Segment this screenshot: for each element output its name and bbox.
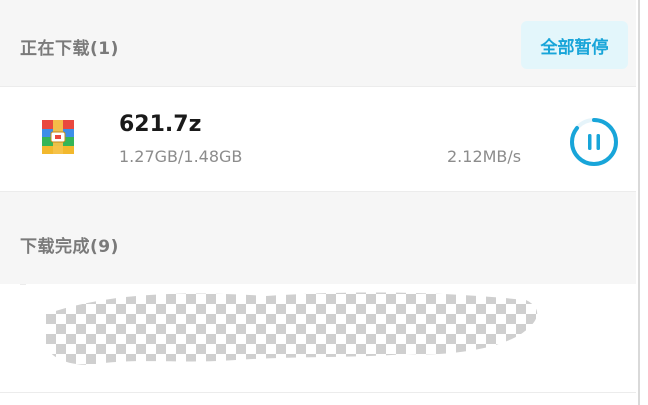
download-item[interactable]: [0, 86, 636, 192]
divider: [0, 86, 636, 87]
file-name: 621.7z: [119, 112, 202, 137]
progress-ring: [570, 118, 618, 166]
completed-section-title: 下载完成(9): [20, 237, 119, 257]
file-progress-text: 1.27GB/1.48GB: [119, 147, 243, 166]
pause-button[interactable]: [568, 116, 620, 168]
redacted-list-item[interactable]: [26, 284, 636, 392]
downloading-section-title: 正在下载(1): [20, 39, 119, 59]
pause-icon: [588, 134, 600, 150]
scrollbar-track: [638, 0, 640, 405]
completed-section-header: 下载完成(9): [0, 192, 636, 284]
download-speed: 2.12MB/s: [447, 147, 522, 166]
downloading-section-header: 正在下载(1) 全部暂停: [0, 0, 636, 86]
pause-all-button[interactable]: 全部暂停: [521, 21, 628, 69]
divider: [0, 392, 636, 393]
archive-file-icon: [42, 120, 74, 154]
